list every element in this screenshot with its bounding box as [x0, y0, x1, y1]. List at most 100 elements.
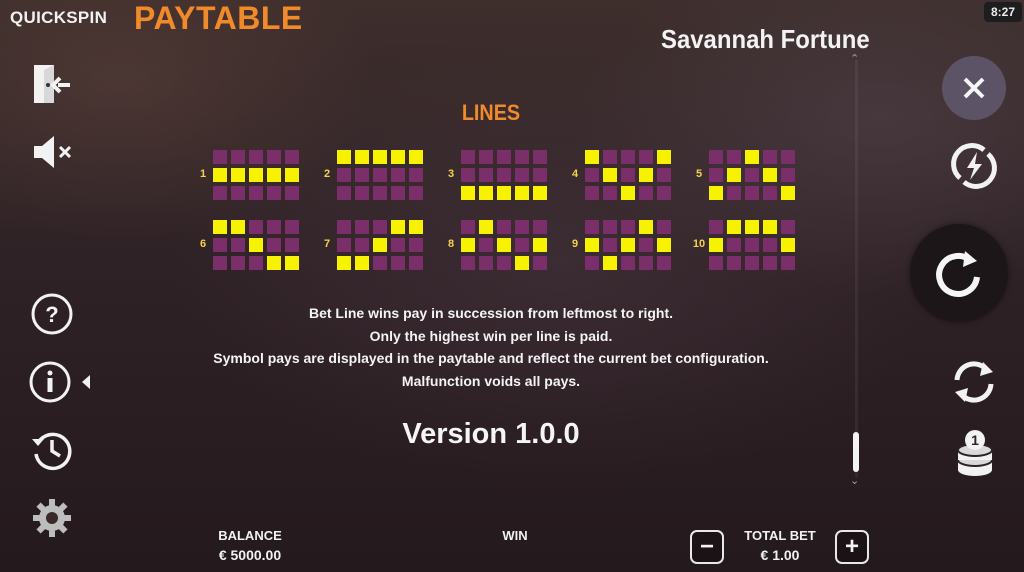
- payline-cell: [533, 220, 547, 234]
- payline-cell-active: [391, 150, 405, 164]
- payline-cell: [231, 238, 245, 252]
- payline-cell-active: [231, 220, 245, 234]
- payline-cell: [461, 168, 475, 182]
- payline-cell-active: [249, 168, 263, 182]
- payline-cell: [709, 168, 723, 182]
- payline-cell-active: [621, 186, 635, 200]
- payline-cell: [621, 168, 635, 182]
- payline-cell: [763, 186, 777, 200]
- scrollbar-thumb[interactable]: [853, 432, 859, 472]
- payline-4: 4: [567, 150, 677, 202]
- payline-pattern: [585, 150, 673, 202]
- payline-number: 8: [447, 238, 455, 250]
- plus-icon: +: [844, 533, 859, 560]
- payline-10: 10: [691, 220, 801, 272]
- payline-cell: [337, 186, 351, 200]
- payline-cell: [727, 150, 741, 164]
- payline-cell-active: [727, 168, 741, 182]
- payline-cell-active: [727, 220, 741, 234]
- payline-cell: [213, 256, 227, 270]
- payline-cell: [709, 256, 723, 270]
- payline-cell: [249, 220, 263, 234]
- payline-cell: [781, 220, 795, 234]
- scroll-down-icon[interactable]: ⌄: [850, 474, 859, 487]
- coins-button[interactable]: 1: [948, 426, 1002, 482]
- payline-pattern: [461, 220, 549, 272]
- payline-cell: [657, 220, 671, 234]
- payline-cell-active: [763, 220, 777, 234]
- payline-8: 8: [443, 220, 553, 272]
- payline-cell: [745, 256, 759, 270]
- payline-cell: [267, 186, 281, 200]
- payline-number: 10: [692, 238, 706, 250]
- close-button[interactable]: [942, 56, 1006, 120]
- payline-cell-active: [709, 238, 723, 252]
- payline-cell: [639, 186, 653, 200]
- payline-cell-active: [515, 186, 529, 200]
- payline-cell: [533, 256, 547, 270]
- payline-cell-active: [585, 150, 599, 164]
- payline-cell: [745, 238, 759, 252]
- payline-cell: [709, 150, 723, 164]
- coins-icon: 1: [957, 430, 993, 476]
- page-title: PAYTABLE: [134, 0, 303, 36]
- payline-cell: [391, 238, 405, 252]
- payline-cell-active: [373, 238, 387, 252]
- payline-cell: [745, 186, 759, 200]
- payline-cell-active: [781, 186, 795, 200]
- payline-cell-active: [267, 168, 281, 182]
- payline-cell-active: [231, 168, 245, 182]
- lines-grid: 1 2 3 4 5 6 7 8 9 10: [195, 150, 815, 276]
- payline-pattern: [213, 150, 301, 202]
- payline-cell: [391, 168, 405, 182]
- payline-cell: [585, 220, 599, 234]
- payline-cell-active: [337, 256, 351, 270]
- payline-cell: [621, 256, 635, 270]
- decrease-bet-button[interactable]: −: [690, 530, 724, 564]
- payline-cell-active: [391, 220, 405, 234]
- increase-bet-button[interactable]: +: [835, 530, 869, 564]
- payline-cell: [497, 168, 511, 182]
- turbo-button[interactable]: [946, 138, 1002, 194]
- payline-cell-active: [533, 238, 547, 252]
- payline-cell: [497, 220, 511, 234]
- spin-button[interactable]: [910, 224, 1008, 322]
- payline-cell-active: [497, 186, 511, 200]
- payline-cell-active: [249, 238, 263, 252]
- autoplay-button[interactable]: [946, 354, 1002, 410]
- total-bet-value: € 1.00: [760, 547, 800, 563]
- payline-cell: [373, 186, 387, 200]
- payline-cell: [639, 238, 653, 252]
- payline-cell-active: [355, 150, 369, 164]
- payline-cell-active: [355, 256, 369, 270]
- payline-number: 1: [199, 168, 207, 180]
- payline-cell: [479, 256, 493, 270]
- sound-muted-icon: [34, 136, 72, 168]
- payline-cell: [533, 150, 547, 164]
- rules-text: Bet Line wins pay in succession from lef…: [0, 302, 982, 392]
- payline-cell: [585, 256, 599, 270]
- payline-cell: [409, 186, 423, 200]
- balance-value: € 5000.00: [218, 547, 282, 563]
- payline-cell: [267, 238, 281, 252]
- payline-cell-active: [373, 150, 387, 164]
- payline-cell: [391, 256, 405, 270]
- payline-cell-active: [763, 168, 777, 182]
- sound-button[interactable]: [28, 128, 76, 176]
- settings-button[interactable]: [28, 494, 76, 542]
- payline-cell: [231, 256, 245, 270]
- payline-cell: [285, 238, 299, 252]
- payline-cell: [763, 150, 777, 164]
- payline-cell: [373, 168, 387, 182]
- total-bet-label: TOTAL BET: [744, 528, 816, 543]
- lines-title: LINES: [461, 100, 521, 125]
- payline-cell: [533, 168, 547, 182]
- payline-cell: [515, 238, 529, 252]
- payline-cell: [479, 238, 493, 252]
- payline-cell: [373, 256, 387, 270]
- payline-cell: [727, 238, 741, 252]
- scrollbar-track[interactable]: [855, 60, 858, 478]
- payline-cell-active: [479, 186, 493, 200]
- payline-cell-active: [461, 238, 475, 252]
- payline-cell: [249, 186, 263, 200]
